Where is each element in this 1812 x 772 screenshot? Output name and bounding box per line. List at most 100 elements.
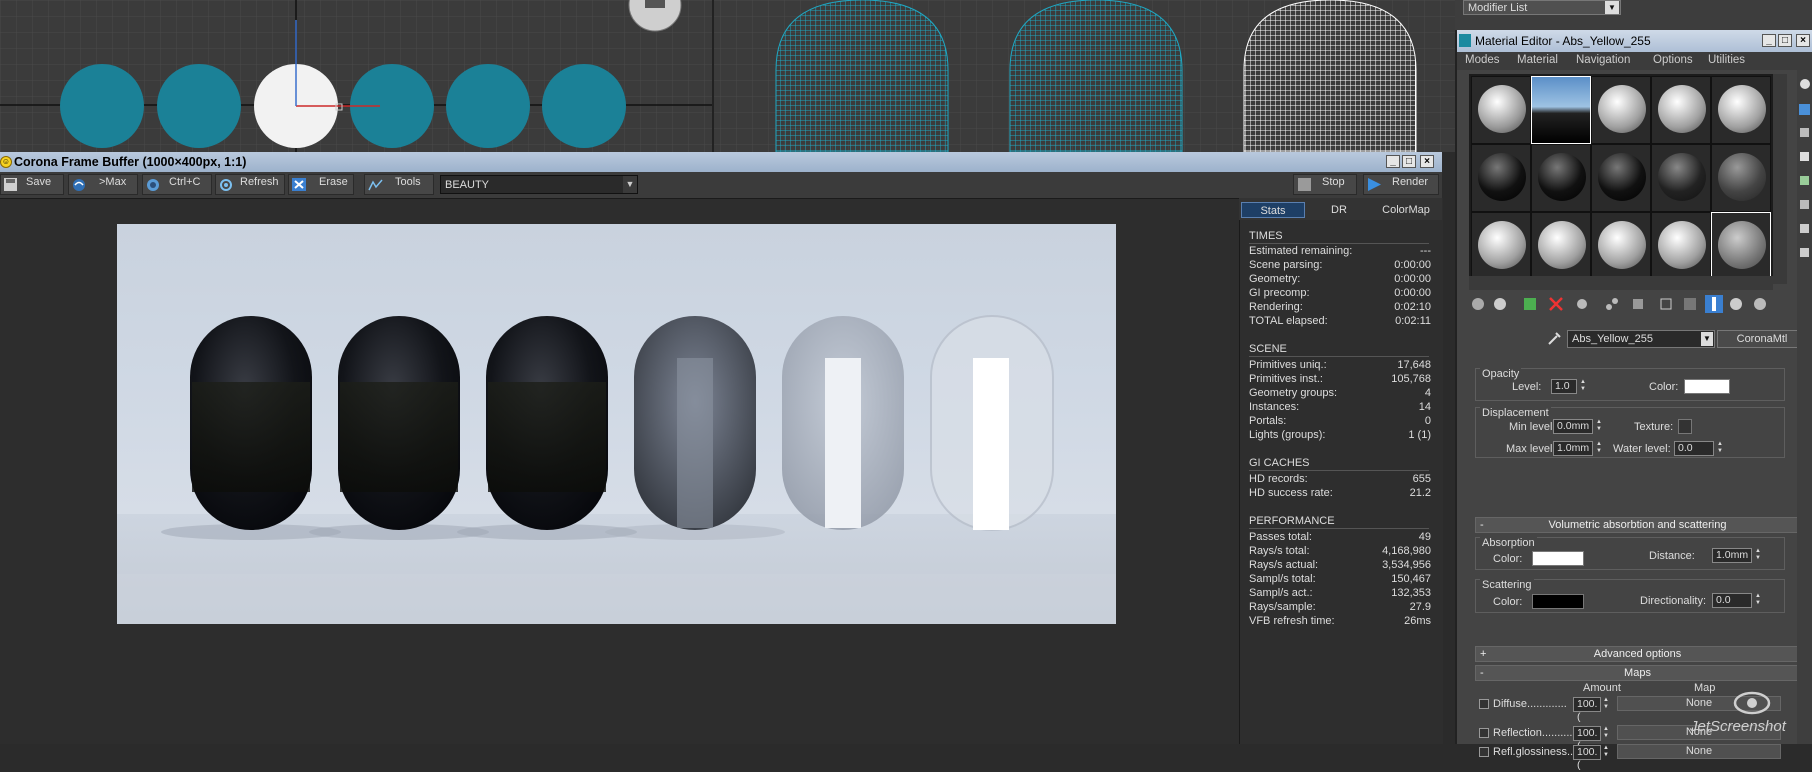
material-slot[interactable] xyxy=(1711,144,1771,212)
menu-options[interactable]: Options xyxy=(1653,54,1693,66)
modifier-list-dropdown[interactable]: Modifier List xyxy=(1463,0,1621,15)
watermark: JetScreenshot xyxy=(1690,690,1810,740)
map-button[interactable]: None xyxy=(1617,744,1781,759)
floppy-icon xyxy=(4,178,17,191)
eyedropper-icon[interactable] xyxy=(1547,330,1563,346)
copy-material-icon[interactable] xyxy=(1573,295,1591,313)
maximize-button[interactable]: □ xyxy=(1778,34,1792,47)
volumetric-rollout[interactable]: - Volumetric absorbtion and scattering xyxy=(1475,517,1800,533)
material-slot[interactable] xyxy=(1471,76,1531,144)
spinner-arrows-icon[interactable]: ▲ ▼ xyxy=(1602,726,1610,741)
map-enable-checkbox[interactable] xyxy=(1479,699,1489,709)
material-slot[interactable] xyxy=(1711,76,1771,144)
menu-utilities[interactable]: Utilities xyxy=(1708,54,1745,66)
map-amount-spinner[interactable]: 100.( xyxy=(1573,745,1601,771)
minimize-button[interactable]: _ xyxy=(1762,34,1776,47)
stats-row: Lights (groups): 1 (1) xyxy=(1249,429,1431,441)
sphere-preview-icon xyxy=(1538,221,1586,269)
viewport-divider xyxy=(712,0,714,152)
save-button[interactable]: Save xyxy=(0,174,64,195)
material-name-field[interactable]: Abs_Yellow_255 ▼ xyxy=(1567,330,1715,348)
spinner-arrows-icon[interactable]: ▲ ▼ xyxy=(1595,441,1603,456)
tab-dr[interactable]: DR xyxy=(1307,202,1371,218)
menu-modes[interactable]: Modes xyxy=(1465,54,1500,66)
material-slot[interactable] xyxy=(1531,144,1591,212)
minimize-button[interactable]: _ xyxy=(1386,155,1400,168)
material-editor-window: Material Editor - Abs_Yellow_255 _ □ × M… xyxy=(1455,30,1812,771)
library-icon[interactable] xyxy=(1629,295,1647,313)
slots-vertical-scrollbar[interactable] xyxy=(1773,74,1787,284)
advanced-options-rollout[interactable]: + Advanced options xyxy=(1475,646,1800,662)
menu-navigation[interactable]: Navigation xyxy=(1576,54,1630,66)
show-end-result-icon[interactable] xyxy=(1705,295,1723,313)
material-slot[interactable] xyxy=(1531,212,1591,280)
3d-viewport[interactable] xyxy=(0,0,1455,152)
spinner-arrows-icon[interactable]: ▲ ▼ xyxy=(1754,548,1762,563)
refresh-button[interactable]: Refresh xyxy=(215,174,285,195)
directionality-spinner[interactable]: 0.0 xyxy=(1712,593,1752,608)
render-channel-select[interactable]: BEAUTY ▼ xyxy=(440,175,638,194)
material-slot[interactable] xyxy=(1471,212,1531,280)
distance-spinner[interactable]: 1.0mm xyxy=(1712,548,1752,563)
water-level-spinner[interactable]: 0.0 xyxy=(1674,441,1714,456)
tab-colormap[interactable]: ColorMap xyxy=(1373,202,1439,218)
maps-rollout[interactable]: - Maps xyxy=(1475,665,1800,681)
material-slot[interactable] xyxy=(1471,144,1531,212)
spinner-arrows-icon[interactable]: ▲ ▼ xyxy=(1754,593,1762,608)
copy-button[interactable]: Ctrl+C xyxy=(142,174,212,195)
opacity-level-spinner[interactable]: 1.0 xyxy=(1551,379,1577,394)
min-level-spinner[interactable]: 0.0mm xyxy=(1553,419,1593,434)
close-button[interactable]: × xyxy=(1420,155,1434,168)
close-button[interactable]: × xyxy=(1796,34,1810,47)
go-forward-icon[interactable] xyxy=(1751,295,1769,313)
erase-button[interactable]: Erase xyxy=(288,174,354,195)
spinner-arrows-icon[interactable]: ▲ ▼ xyxy=(1602,697,1610,712)
put-material-icon[interactable] xyxy=(1491,295,1509,313)
delete-icon[interactable] xyxy=(1547,295,1565,313)
stop-button[interactable]: Stop xyxy=(1293,174,1357,195)
material-type-button[interactable]: CoronaMtl xyxy=(1717,330,1807,348)
go-to-parent-icon[interactable] xyxy=(1727,295,1745,313)
spinner-arrows-icon[interactable]: ▲ ▼ xyxy=(1602,745,1610,760)
spinner-arrows-icon[interactable]: ▲ ▼ xyxy=(1579,379,1587,394)
material-slot-active[interactable] xyxy=(1711,212,1771,280)
absorption-color-swatch[interactable] xyxy=(1532,551,1584,566)
tools-button[interactable]: Tools xyxy=(364,174,434,195)
maximize-button[interactable]: □ xyxy=(1402,155,1416,168)
map-enable-checkbox[interactable] xyxy=(1479,747,1489,757)
menu-material[interactable]: Material xyxy=(1517,54,1558,66)
chevron-down-icon[interactable]: ▼ xyxy=(1605,1,1619,14)
get-material-icon[interactable] xyxy=(1469,295,1487,313)
sphere-preview-icon xyxy=(1658,153,1706,201)
tab-stats[interactable]: Stats xyxy=(1241,202,1305,218)
sphere-preview-icon xyxy=(1478,221,1526,269)
send-to-max-button[interactable]: >Max xyxy=(68,174,138,195)
render-button[interactable]: Render xyxy=(1363,174,1439,195)
spinner-arrows-icon[interactable]: ▲ ▼ xyxy=(1716,441,1724,456)
stats-row: Geometry groups: 4 xyxy=(1249,387,1431,399)
slots-horizontal-scrollbar[interactable] xyxy=(1469,276,1773,290)
opacity-color-swatch[interactable] xyxy=(1684,379,1730,394)
unique-icon[interactable] xyxy=(1603,295,1621,313)
sphere-preview-icon xyxy=(1538,153,1586,201)
map-enable-checkbox[interactable] xyxy=(1479,728,1489,738)
material-slot-selected[interactable] xyxy=(1531,76,1591,144)
map-amount-spinner[interactable]: 100.( xyxy=(1573,726,1601,752)
texture-slot[interactable] xyxy=(1678,419,1692,434)
material-slot[interactable] xyxy=(1651,76,1711,144)
scattering-color-swatch[interactable] xyxy=(1532,594,1584,609)
map-amount-spinner[interactable]: 100.( xyxy=(1573,697,1601,723)
chevron-down-icon: ▼ xyxy=(1701,332,1713,346)
material-slot[interactable] xyxy=(1591,76,1651,144)
show-map-icon[interactable] xyxy=(1681,295,1699,313)
material-slot[interactable] xyxy=(1651,144,1711,212)
material-slot[interactable] xyxy=(1591,144,1651,212)
material-slot[interactable] xyxy=(1651,212,1711,280)
effects-channel-icon[interactable] xyxy=(1657,295,1675,313)
stats-row: GI precomp: 0:00:00 xyxy=(1249,287,1431,299)
material-slot[interactable] xyxy=(1591,212,1651,280)
assign-material-icon[interactable] xyxy=(1521,295,1539,313)
max-level-spinner[interactable]: 1.0mm xyxy=(1553,441,1593,456)
sample-type-icons[interactable] xyxy=(1797,70,1812,270)
spinner-arrows-icon[interactable]: ▲ ▼ xyxy=(1595,419,1603,434)
